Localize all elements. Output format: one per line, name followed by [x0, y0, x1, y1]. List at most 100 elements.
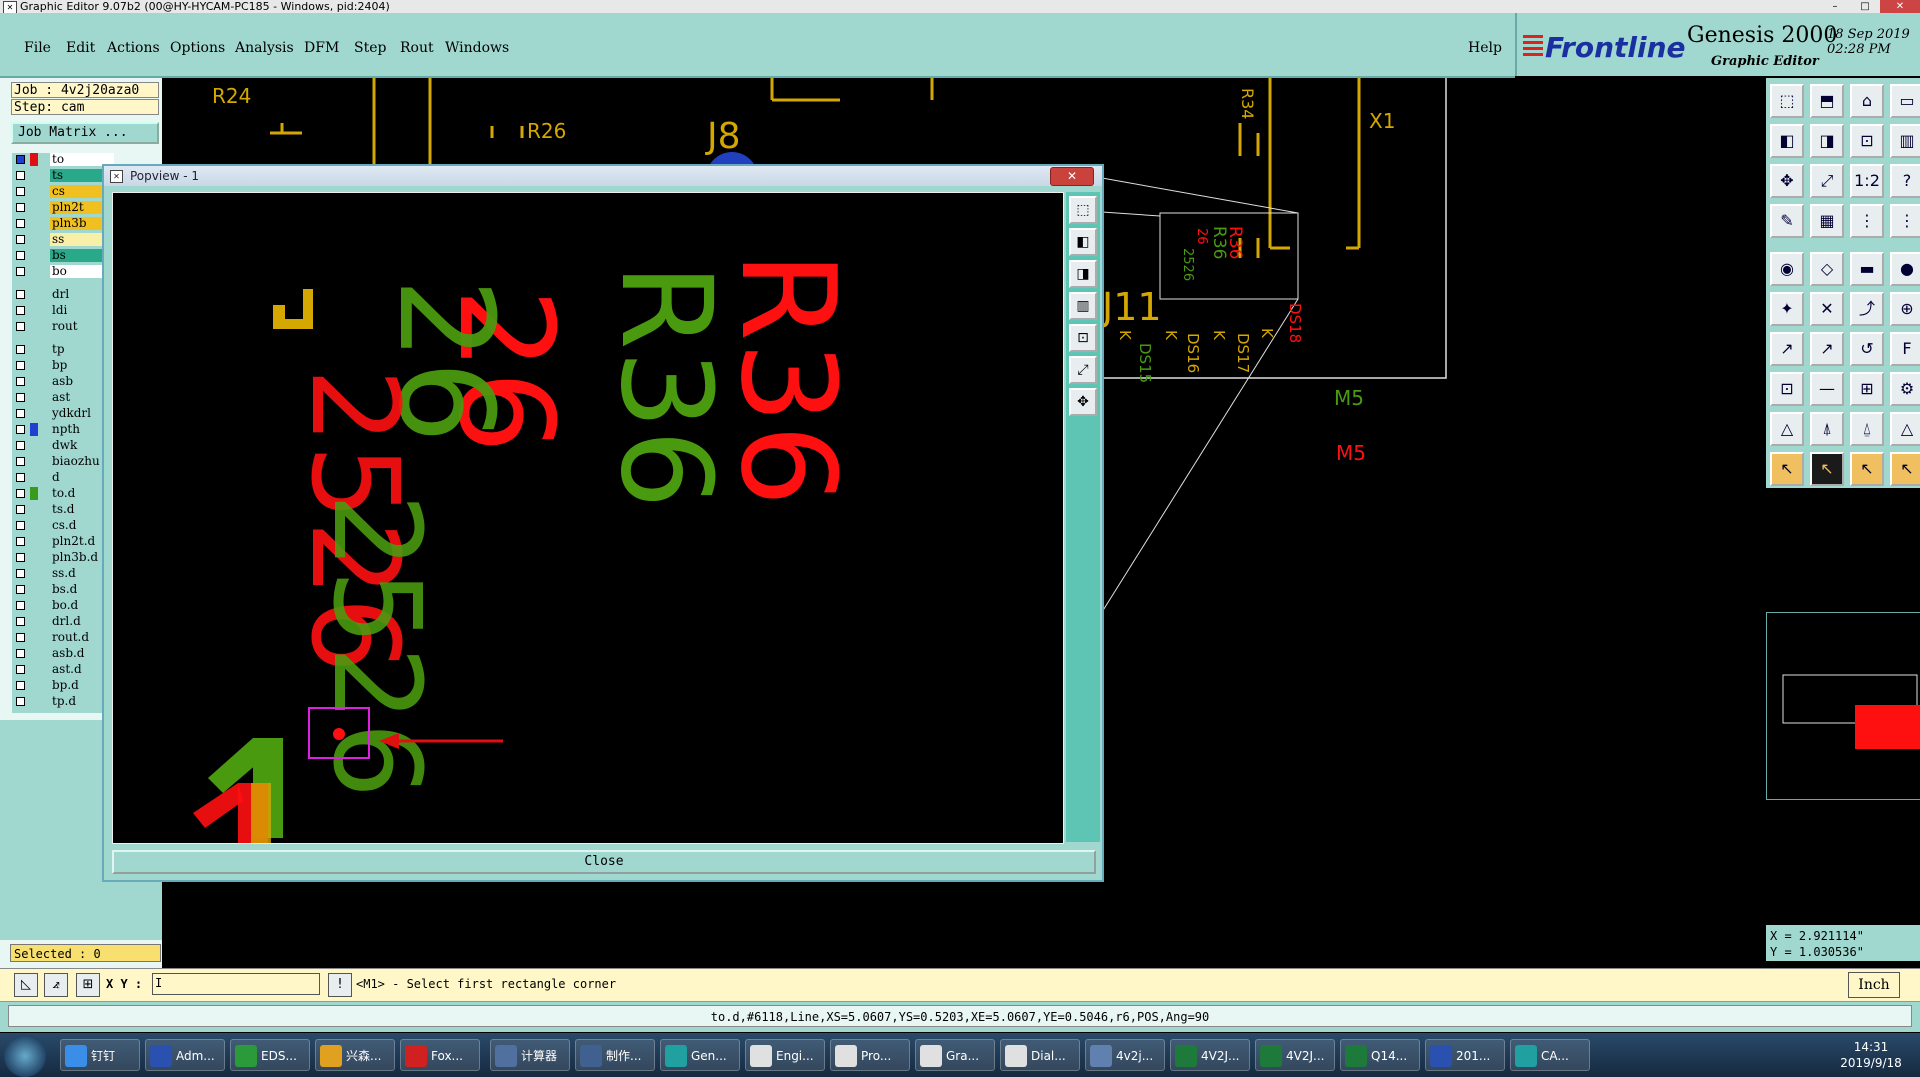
layer-row-dwk[interactable]: dwk — [14, 439, 114, 452]
measure-icon[interactable]: ▬ — [1850, 252, 1884, 286]
taskbar-item[interactable]: CA... — [1510, 1039, 1590, 1071]
layer-checkbox[interactable] — [16, 617, 25, 626]
layer-row-bs[interactable]: bs — [14, 249, 114, 262]
select-point-icon[interactable]: ◉ — [1770, 252, 1804, 286]
popview-titlebar[interactable]: ✕ Popview - 1 ✕ — [104, 166, 1102, 186]
popview-close-icon[interactable]: ✕ — [1050, 167, 1094, 186]
pointer-d-icon[interactable]: ↖ — [1890, 452, 1920, 486]
layer-color-swatch[interactable] — [30, 695, 38, 708]
layer-checkbox[interactable] — [16, 681, 25, 690]
layer-color-swatch[interactable] — [30, 304, 38, 317]
menu-rout[interactable]: Rout — [400, 40, 434, 56]
layer-color-swatch[interactable] — [30, 375, 38, 388]
draw-line-alt-icon[interactable]: ↗ — [1810, 332, 1844, 366]
system-clock[interactable]: 14:31 2019/9/18 — [1826, 1039, 1916, 1071]
layer-color-swatch[interactable] — [30, 615, 38, 628]
layer-row-ts-d[interactable]: ts.d — [14, 503, 114, 516]
grid-icon[interactable]: ⊞ — [76, 973, 100, 997]
layer-row-ts[interactable]: ts — [14, 169, 114, 182]
measure-icon[interactable]: ◺ — [14, 973, 38, 997]
layer-color-swatch[interactable] — [30, 249, 38, 262]
layer-color-swatch[interactable] — [30, 535, 38, 548]
layer-color-swatch[interactable] — [30, 519, 38, 532]
layer-checkbox[interactable] — [16, 235, 25, 244]
overview-minimap[interactable] — [1766, 612, 1920, 800]
layer-row-bs-d[interactable]: bs.d — [14, 583, 114, 596]
menu-edit[interactable]: Edit — [66, 40, 95, 56]
taskbar-item[interactable]: Q14... — [1340, 1039, 1420, 1071]
triangle-d-icon[interactable]: △ — [1890, 412, 1920, 446]
popview-canvas[interactable]: R36 R36 26 26 2526 2526 — [112, 192, 1064, 844]
menu-analysis[interactable]: Analysis — [235, 40, 294, 56]
popview-close-button[interactable]: Close — [112, 850, 1096, 874]
grid-icon[interactable]: ▦ — [1810, 204, 1844, 238]
layer-color-swatch[interactable] — [30, 185, 38, 198]
shape-icon[interactable]: ⚙ — [1890, 372, 1920, 406]
zoom-fit-icon[interactable]: ⊡ — [1850, 124, 1884, 158]
layer-color-swatch[interactable] — [30, 487, 38, 500]
layer-row-to-d[interactable]: to.d — [14, 487, 114, 500]
popview-pan-icon[interactable]: ▥ — [1069, 292, 1097, 320]
popview-window[interactable]: ✕ Popview - 1 ✕ R36 R36 26 26 2526 2526 — [102, 164, 1104, 882]
text-f-icon[interactable]: F — [1890, 332, 1920, 366]
layer-checkbox[interactable] — [16, 569, 25, 578]
pan-icon[interactable]: ✥ — [1770, 164, 1804, 198]
layer-row-ast-d[interactable]: ast.d — [14, 663, 114, 676]
layer-color-swatch[interactable] — [30, 551, 38, 564]
exclamation-icon[interactable]: ! — [328, 973, 352, 997]
taskbar-item[interactable]: Gen... — [660, 1039, 740, 1071]
taskbar-item[interactable]: 钉钉 — [60, 1039, 140, 1071]
layer-row-bp-d[interactable]: bp.d — [14, 679, 114, 692]
minimize-button[interactable]: – — [1820, 0, 1850, 13]
help-icon[interactable]: ? — [1890, 164, 1920, 198]
popview-zoom-icon[interactable]: ⬚ — [1069, 196, 1097, 224]
layer-color-swatch[interactable] — [30, 217, 38, 230]
menu-windows[interactable]: Windows — [445, 40, 509, 56]
popview-zoom-in-icon[interactable]: ◧ — [1069, 228, 1097, 256]
split-icon[interactable]: ▥ — [1890, 124, 1920, 158]
menu-options[interactable]: Options — [170, 40, 225, 56]
popview-zoom-out-icon[interactable]: ◨ — [1069, 260, 1097, 288]
layer-color-swatch[interactable] — [30, 359, 38, 372]
layer-checkbox[interactable] — [16, 322, 25, 331]
layer-color-swatch[interactable] — [30, 631, 38, 644]
layer-row-cs[interactable]: cs — [14, 185, 114, 198]
layer-color-swatch[interactable] — [30, 503, 38, 516]
layer-row-ast[interactable]: ast — [14, 391, 114, 404]
layer-row-pln3b[interactable]: pln3b — [14, 217, 114, 230]
layer-checkbox[interactable] — [16, 267, 25, 276]
layer-color-swatch[interactable] — [30, 583, 38, 596]
taskbar-item[interactable]: Gra... — [915, 1039, 995, 1071]
feature-b-icon[interactable]: ⊕ — [1890, 292, 1920, 326]
layer-checkbox[interactable] — [16, 441, 25, 450]
scale-icon[interactable]: ⤢ — [1810, 164, 1844, 198]
layer-row-rout[interactable]: rout — [14, 320, 114, 333]
popview-fit-icon[interactable]: ⊡ — [1069, 324, 1097, 352]
taskbar-item[interactable]: 4V2J... — [1170, 1039, 1250, 1071]
layer-color-swatch[interactable] — [30, 567, 38, 580]
triangle-a-icon[interactable]: △ — [1770, 412, 1804, 446]
layer-color-swatch[interactable] — [30, 599, 38, 612]
layer-checkbox[interactable] — [16, 219, 25, 228]
popview-move-icon[interactable]: ✥ — [1069, 388, 1097, 416]
popview-expand-icon[interactable]: ⤢ — [1069, 356, 1097, 384]
taskbar-item[interactable]: Adm... — [145, 1039, 225, 1071]
units-button[interactable]: Inch — [1848, 972, 1900, 998]
layer-color-swatch[interactable] — [30, 391, 38, 404]
taskbar-item[interactable]: Fox... — [400, 1039, 480, 1071]
layer-row-to[interactable]: to — [14, 153, 114, 166]
layer-checkbox[interactable] — [16, 393, 25, 402]
layer-row-ss[interactable]: ss — [14, 233, 114, 246]
layer-checkbox[interactable] — [16, 601, 25, 610]
layer-color-swatch[interactable] — [30, 233, 38, 246]
layer-checkbox[interactable] — [16, 345, 25, 354]
layer-color-swatch[interactable] — [30, 647, 38, 660]
layer-color-swatch[interactable] — [30, 201, 38, 214]
pad-add-icon[interactable]: ⊡ — [1770, 372, 1804, 406]
layer-row-drl[interactable]: drl — [14, 288, 114, 301]
layer-checkbox[interactable] — [16, 361, 25, 370]
node-edit-icon[interactable]: ✦ — [1770, 292, 1804, 326]
menu-step[interactable]: Step — [354, 40, 386, 56]
triangle-c-icon[interactable]: ⍙ — [1850, 412, 1884, 446]
arc-icon[interactable]: ↺ — [1850, 332, 1884, 366]
